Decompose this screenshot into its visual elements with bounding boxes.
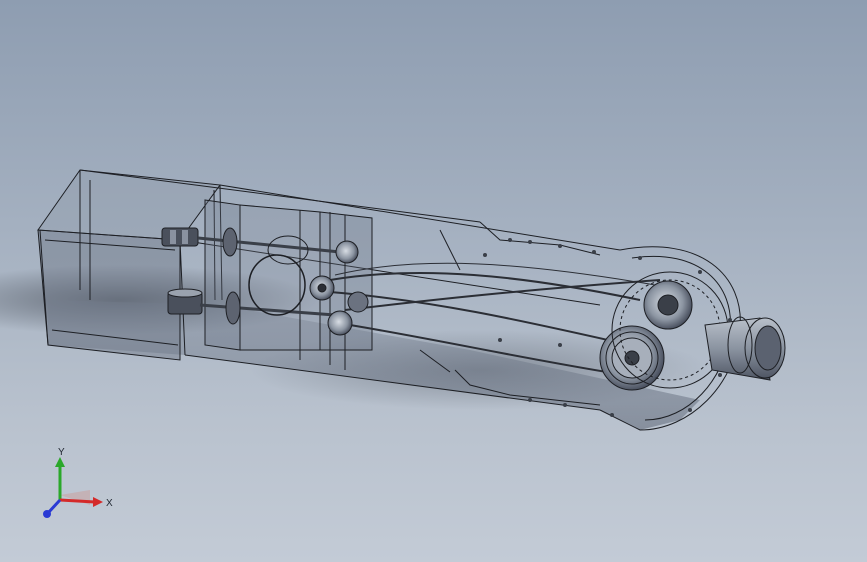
assembly-model[interactable] [0,0,867,562]
graphics-viewport[interactable]: Y X [0,0,867,562]
x-axis-arrow [93,497,103,507]
x-axis [59,498,96,504]
rear-pulley-upper[interactable] [643,280,693,330]
y-axis-arrow [55,457,65,467]
y-axis-label: Y [58,447,65,458]
z-axis [46,498,62,515]
output-sleeve[interactable] [704,316,786,381]
z-axis-tip [43,510,51,518]
view-orientation-triad[interactable]: Y X [40,445,120,525]
motor-top[interactable] [161,227,199,247]
rear-pulley-main[interactable] [599,325,665,391]
motor-bottom[interactable] [167,288,203,315]
x-axis-label: X [106,498,113,509]
